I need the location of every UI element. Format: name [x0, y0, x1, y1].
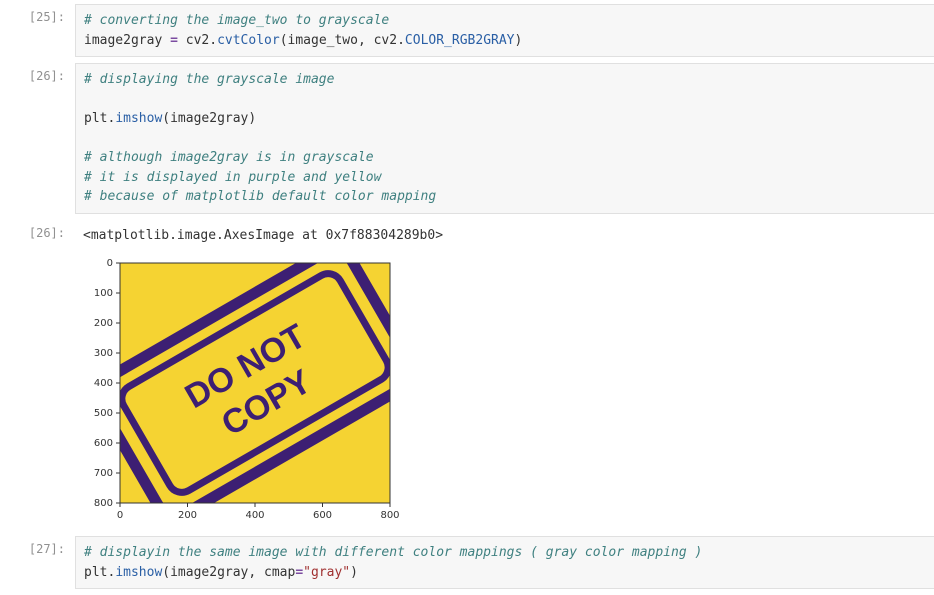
code-token: cvtColor	[217, 33, 280, 48]
cell-prompt: [25]:	[0, 4, 75, 57]
code-token: cv2	[178, 33, 209, 48]
comment: # it is displayed in purple and yellow	[84, 170, 381, 185]
notebook: [25]: # converting the image_two to gray…	[0, 0, 934, 589]
comment: # displayin the same image with differen…	[84, 545, 702, 560]
output-cell-26-chart: DO NOT COPY 0 100 200 300 400 500 600	[75, 257, 934, 526]
code-token: =	[295, 565, 303, 580]
svg-text:0: 0	[107, 258, 113, 269]
code-token: imshow	[115, 565, 162, 580]
mask	[390, 257, 415, 522]
plot-area: DO NOT COPY	[75, 257, 415, 522]
comment: # displaying the grayscale image	[84, 72, 334, 87]
svg-text:100: 100	[94, 288, 113, 299]
svg-text:800: 800	[94, 498, 113, 509]
comment: # because of matplotlib default color ma…	[84, 189, 436, 204]
code-cell-27: [27]: # displayin the same image with di…	[0, 536, 934, 589]
code-token: image2gray	[84, 33, 170, 48]
code-token: (image_two, cv2	[280, 33, 397, 48]
code-token: imshow	[115, 111, 162, 126]
code-token: .	[107, 565, 115, 580]
code-token: )	[350, 565, 358, 580]
code-token: .	[397, 33, 405, 48]
svg-text:0: 0	[117, 510, 123, 521]
mask	[75, 257, 415, 263]
code-token: plt	[84, 565, 107, 580]
code-token: plt	[84, 111, 107, 126]
svg-text:400: 400	[245, 510, 264, 521]
svg-text:500: 500	[94, 408, 113, 419]
code-input[interactable]: # displayin the same image with differen…	[75, 536, 934, 589]
svg-text:200: 200	[178, 510, 197, 521]
comment: # although image2gray is in grayscale	[84, 150, 374, 165]
code-token: =	[170, 33, 178, 48]
code-token: (image2gray)	[162, 111, 256, 126]
svg-text:200: 200	[94, 318, 113, 329]
code-input[interactable]: # converting the image_two to grayscale …	[75, 4, 934, 57]
code-token: )	[515, 33, 523, 48]
code-token: .	[209, 33, 217, 48]
output-cell-26-text: [26]: <matplotlib.image.AxesImage at 0x7…	[0, 220, 934, 252]
output-text: <matplotlib.image.AxesImage at 0x7f88304…	[75, 220, 934, 252]
code-token: "gray"	[303, 565, 350, 580]
svg-text:400: 400	[94, 378, 113, 389]
svg-text:300: 300	[94, 348, 113, 359]
cell-prompt: [27]:	[0, 536, 75, 589]
code-input[interactable]: # displaying the grayscale image plt.ims…	[75, 63, 934, 214]
code-token: (image2gray, cmap	[162, 565, 295, 580]
cell-prompt: [26]:	[0, 63, 75, 214]
svg-text:800: 800	[380, 510, 399, 521]
svg-text:700: 700	[94, 468, 113, 479]
svg-text:600: 600	[94, 438, 113, 449]
cell-prompt: [26]:	[0, 220, 75, 252]
svg-text:600: 600	[313, 510, 332, 521]
matplotlib-figure: DO NOT COPY 0 100 200 300 400 500 600	[75, 257, 415, 522]
comment: # converting the image_two to grayscale	[84, 13, 389, 28]
code-token: COLOR_RGB2GRAY	[405, 33, 515, 48]
code-cell-26: [26]: # displaying the grayscale image p…	[0, 63, 934, 214]
code-cell-25: [25]: # converting the image_two to gray…	[0, 4, 934, 57]
